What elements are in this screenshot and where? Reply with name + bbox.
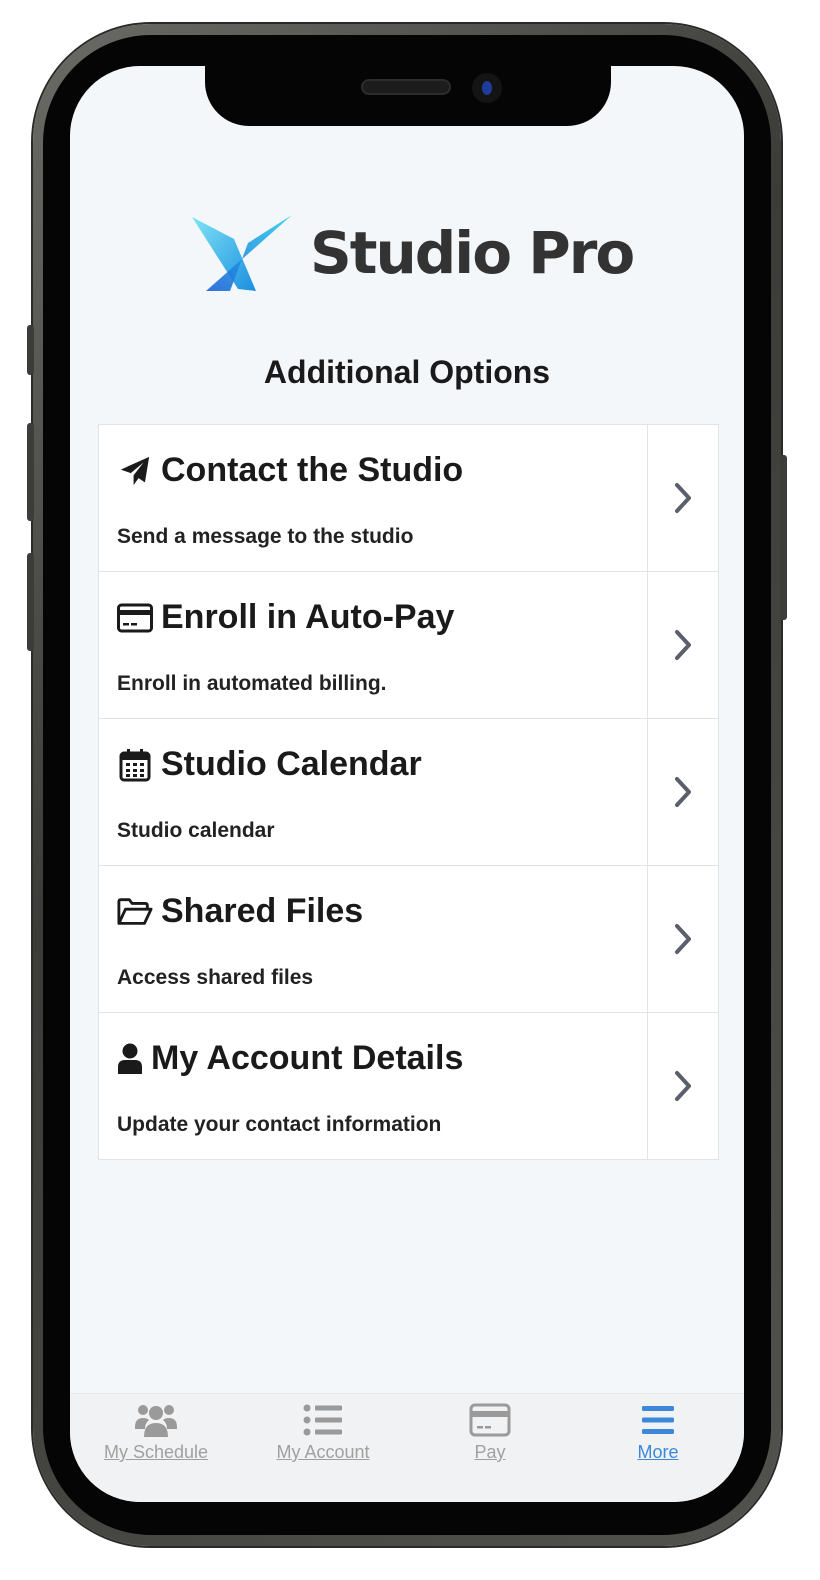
tab-my-schedule[interactable]: My Schedule [86,1400,226,1463]
volume-up-button [27,423,34,521]
volume-down-button [27,553,34,651]
mute-switch [27,325,34,375]
chevron-right-icon[interactable] [647,866,718,1012]
option-description: Studio calendar [117,819,275,842]
tab-label: More [637,1442,679,1462]
power-button [780,455,787,620]
option-title: My Account Details [151,1039,464,1077]
option-title: Shared Files [161,892,364,930]
menu-icon [636,1400,680,1440]
studio-pro-logo-icon [192,215,292,291]
credit-card-icon [468,1400,512,1440]
option-description: Send a message to the studio [117,525,414,548]
options-list: Contact the Studio Send a message to the… [98,424,719,1160]
option-studio-calendar[interactable]: Studio Calendar Studio calendar [99,719,718,866]
tab-label: My Account [276,1442,370,1462]
option-account-details[interactable]: My Account Details Update your contact i… [99,1013,718,1159]
option-shared-files[interactable]: Shared Files Access shared files [99,866,718,1013]
page-title: Additional Options [263,354,551,390]
brand-name: Studio Pro [310,219,635,287]
option-title: Studio Calendar [161,745,422,783]
option-description: Access shared files [117,966,314,989]
tab-label: Pay [474,1442,506,1462]
option-description: Update your contact information [117,1113,442,1136]
tab-my-account[interactable]: My Account [253,1400,393,1463]
option-title: Enroll in Auto-Pay [161,598,455,636]
tab-label: My Schedule [103,1442,209,1462]
users-icon [134,1400,178,1440]
folder-open-icon [117,894,153,930]
option-enroll-autopay[interactable]: Enroll in Auto-Pay Enroll in automated b… [99,572,718,719]
notch [205,66,611,126]
calendar-icon [117,747,153,783]
credit-card-icon [117,600,153,636]
chevron-right-icon[interactable] [647,572,718,718]
option-description: Enroll in automated billing. [117,672,387,695]
brand-logo: Studio Pro [190,208,635,298]
paper-plane-icon [117,453,153,489]
speaker-grille [361,79,451,95]
tab-pay[interactable]: Pay [420,1400,560,1463]
list-icon [301,1400,345,1440]
front-camera [472,73,502,103]
tab-more[interactable]: More [588,1400,728,1463]
chevron-right-icon[interactable] [647,719,718,865]
app-screen: Studio Pro Additional Options Contact th… [70,66,744,1502]
chevron-right-icon[interactable] [647,1013,718,1159]
chevron-right-icon[interactable] [647,425,718,571]
option-title: Contact the Studio [161,451,464,489]
option-contact-studio[interactable]: Contact the Studio Send a message to the… [99,425,718,572]
bottom-tab-bar: My Schedule My Account Pay More [70,1393,744,1502]
user-icon [117,1041,143,1077]
